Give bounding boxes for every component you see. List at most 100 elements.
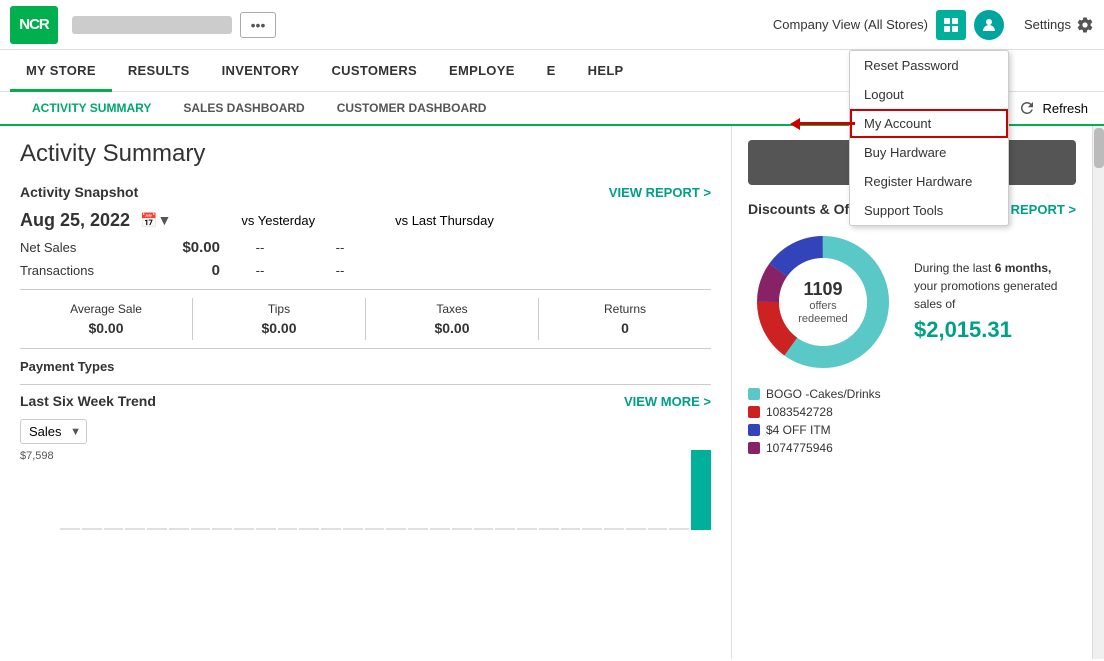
avg-sale-cell: Average Sale $0.00	[20, 298, 193, 340]
snapshot-header: Activity Snapshot VIEW REPORT >	[20, 184, 711, 200]
user-avatar-icon[interactable]	[974, 10, 1004, 40]
taxes-value: $0.00	[374, 320, 530, 336]
chart-bar	[278, 528, 298, 530]
subnav-customer-dashboard[interactable]: CUSTOMER DASHBOARD	[321, 101, 503, 115]
chart-bar	[669, 528, 689, 530]
net-sales-row: Net Sales $0.00 -- --	[20, 239, 711, 256]
chart-bar	[495, 528, 515, 530]
returns-label: Returns	[547, 302, 703, 316]
calendar-icon[interactable]: 📅▼	[140, 212, 171, 229]
nav-my-store[interactable]: MY STORE	[10, 50, 112, 92]
svg-text:offers: offers	[809, 300, 837, 312]
legend-item-3: 1074775946	[748, 441, 1076, 455]
refresh-icon	[1018, 99, 1036, 117]
settings-gear-icon	[1076, 16, 1094, 34]
trend-chart: $7,598	[20, 450, 711, 530]
legend-items: BOGO -Cakes/Drinks 1083542728 $4 OFF ITM…	[748, 387, 1076, 455]
logo-text: NCR	[19, 16, 49, 33]
vs-thursday-label: vs Last Thursday	[395, 213, 494, 228]
tips-cell: Tips $0.00	[193, 298, 366, 340]
legend-label-0: BOGO -Cakes/Drinks	[766, 387, 881, 401]
avg-sale-value: $0.00	[28, 320, 184, 336]
dropdown-reset-password[interactable]: Reset Password	[850, 51, 1008, 80]
payment-divider	[20, 384, 711, 385]
taxes-cell: Taxes $0.00	[366, 298, 539, 340]
snapshot-title: Activity Snapshot	[20, 184, 138, 200]
my-account-arrow	[790, 118, 855, 130]
left-panel: Activity Summary Activity Snapshot VIEW …	[0, 126, 732, 659]
transactions-value: 0	[120, 262, 220, 279]
chart-bar	[539, 528, 559, 530]
nav-inventory[interactable]: INVENTORY	[206, 50, 316, 92]
dropdown-buy-hardware[interactable]: Buy Hardware	[850, 138, 1008, 167]
taxes-label: Taxes	[374, 302, 530, 316]
tips-value: $0.00	[201, 320, 357, 336]
transactions-label: Transactions	[20, 263, 120, 278]
returns-value: 0	[547, 320, 703, 336]
subnav-sales-dashboard[interactable]: SALES DASHBOARD	[167, 101, 320, 115]
snapshot-view-report[interactable]: VIEW REPORT >	[609, 185, 711, 200]
dropdown-menu: Reset Password Logout My Account Buy Har…	[849, 50, 1009, 226]
dropdown-register-hardware[interactable]: Register Hardware	[850, 167, 1008, 196]
trend-title: Last Six Week Trend	[20, 393, 156, 409]
user-dropdown: Reset Password Logout My Account Buy Har…	[849, 50, 1009, 226]
dropdown-logout[interactable]: Logout	[850, 80, 1008, 109]
nav-customers[interactable]: CUSTOMERS	[315, 50, 433, 92]
nav-results[interactable]: RESULTS	[112, 50, 206, 92]
chart-bar	[169, 528, 189, 530]
chart-bar	[147, 528, 167, 530]
ellipsis-icon: •••	[251, 17, 266, 33]
scrollbar[interactable]	[1092, 126, 1104, 659]
nav-office[interactable]: E	[531, 50, 572, 92]
promo-sales-value: $2,015.31	[914, 313, 1076, 346]
chart-bar	[60, 528, 80, 530]
legend-label-1: 1083542728	[766, 405, 833, 419]
chart-bar	[299, 528, 319, 530]
scrollbar-thumb[interactable]	[1094, 128, 1104, 168]
dropdown-my-account[interactable]: My Account	[850, 109, 1008, 138]
chart-bar	[256, 528, 276, 530]
date-row: Aug 25, 2022 📅▼ vs Yesterday vs Last Thu…	[20, 210, 711, 231]
chart-bar	[191, 528, 211, 530]
chart-bar	[365, 528, 385, 530]
page-title: Activity Summary	[20, 140, 711, 168]
chart-bar	[474, 528, 494, 530]
subnav-activity-summary[interactable]: ACTIVITY SUMMARY	[16, 101, 167, 115]
legend-swatch-0	[748, 388, 760, 400]
view-toggle-icon[interactable]	[936, 10, 966, 40]
chart-bar	[561, 528, 581, 530]
chart-y-label: $7,598	[20, 450, 54, 462]
settings-area[interactable]: Settings	[1024, 16, 1094, 34]
trend-select-wrapper[interactable]: Sales ▼	[20, 419, 87, 444]
donut-chart: 1109 offers redeemed	[748, 227, 898, 377]
net-sales-label: Net Sales	[20, 240, 120, 255]
trend-select[interactable]: Sales	[20, 419, 87, 444]
transactions-vs2: --	[300, 263, 380, 278]
nav-employees[interactable]: EMPLOYE	[433, 50, 531, 92]
chart-bar	[626, 528, 646, 530]
net-sales-value: $0.00	[120, 239, 220, 256]
menu-button[interactable]: •••	[240, 12, 276, 38]
legend-swatch-3	[748, 442, 760, 454]
chart-bar	[691, 450, 711, 530]
chart-bar	[82, 528, 102, 530]
refresh-button[interactable]: Refresh	[1018, 99, 1088, 117]
chart-bar	[604, 528, 624, 530]
legend-item-2: $4 OFF ITM	[748, 423, 1076, 437]
net-sales-vs1: --	[220, 240, 300, 255]
vs-labels: vs Yesterday vs Last Thursday	[241, 213, 493, 228]
months-bold: 6 months,	[995, 261, 1052, 275]
nav-help[interactable]: HELP	[572, 50, 640, 92]
company-view-label: Company View (All Stores)	[773, 17, 928, 32]
tips-label: Tips	[201, 302, 357, 316]
trend-view-more[interactable]: VIEW MORE >	[624, 394, 711, 409]
chart-bar	[234, 528, 254, 530]
top-bar: NCR ••• Company View (All Stores) Settin…	[0, 0, 1104, 50]
chart-bar	[517, 528, 537, 530]
chart-bar	[386, 528, 406, 530]
chart-bar	[125, 528, 145, 530]
chart-bar	[104, 528, 124, 530]
dropdown-support-tools[interactable]: Support Tools	[850, 196, 1008, 225]
donut-promo-text: During the last 6 months, your promotion…	[914, 259, 1076, 346]
arrow-line	[800, 122, 855, 125]
